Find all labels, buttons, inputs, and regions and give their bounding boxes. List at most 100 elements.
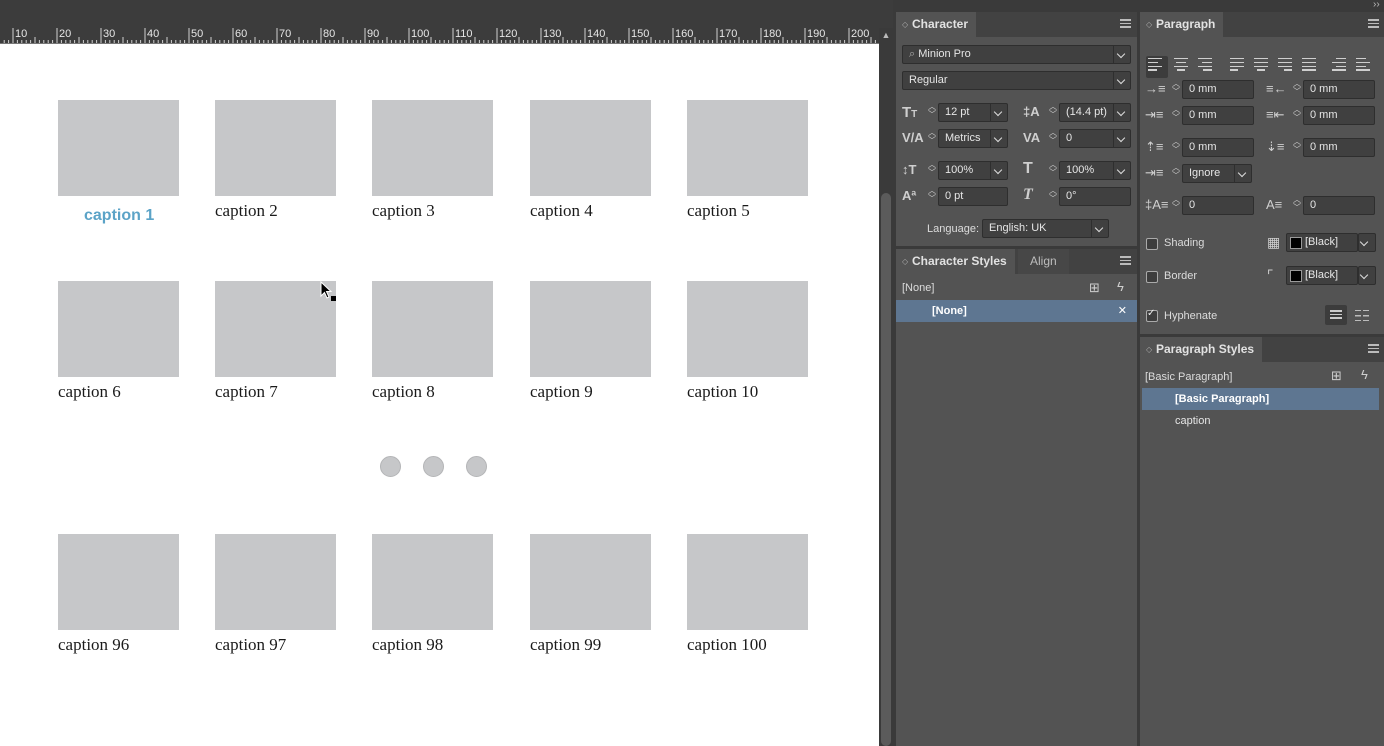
image-frame[interactable] (687, 281, 808, 377)
horizontal-scale-field[interactable]: 100% (1059, 161, 1131, 180)
chevron-down-icon[interactable] (990, 104, 1007, 121)
caption-text[interactable]: caption 6 (58, 382, 121, 402)
chevron-down-icon[interactable] (1113, 130, 1130, 147)
last-line-indent-field[interactable]: 0 mm (1303, 106, 1375, 125)
font-style-dropdown[interactable]: Regular (902, 71, 1131, 90)
justify-left-button[interactable] (1228, 56, 1250, 78)
font-family-dropdown[interactable]: ⌕ Minion Pro (902, 45, 1131, 64)
new-style-icon[interactable]: ⊞ (1331, 368, 1342, 384)
tracking-stepper[interactable]: ︿ ﹀ (1047, 129, 1059, 148)
image-frame[interactable] (58, 281, 179, 377)
caption-text-selected[interactable]: caption 1 (84, 207, 154, 225)
panel-menu-icon[interactable] (1120, 256, 1131, 265)
hyphenate-checkbox[interactable] (1146, 308, 1158, 322)
vertical-scale-field[interactable]: 100% (938, 161, 1008, 180)
panel-menu-icon[interactable] (1368, 344, 1379, 353)
chevron-down-icon[interactable] (1113, 162, 1130, 179)
collapse-toggle-icon[interactable]: ◇ (902, 249, 908, 274)
image-frame[interactable] (530, 281, 651, 377)
border-settings-icon[interactable]: ⌜ (1267, 267, 1274, 284)
image-frame[interactable] (58, 100, 179, 196)
justify-right-button[interactable] (1276, 56, 1298, 78)
first-line-indent-field[interactable]: 0 mm (1182, 106, 1254, 125)
skew-field[interactable]: 0° (1059, 187, 1131, 206)
tab-character[interactable]: ◇ Character (896, 12, 977, 37)
new-style-icon[interactable]: ⊞ (1089, 280, 1100, 296)
caption-text[interactable]: caption 2 (215, 201, 278, 221)
caption-text[interactable]: caption 3 (372, 201, 435, 221)
collapse-toggle-icon[interactable]: ◇ (902, 12, 908, 37)
image-frame[interactable] (687, 534, 808, 630)
leading-stepper[interactable]: ︿ ﹀ (1047, 103, 1059, 122)
border-color-field[interactable]: [Black] (1286, 266, 1358, 285)
chevron-down-icon[interactable] (1359, 267, 1375, 284)
caption-text[interactable]: caption 98 (372, 635, 443, 655)
image-frame[interactable] (372, 100, 493, 196)
caption-text[interactable]: caption 7 (215, 382, 278, 402)
caption-text[interactable]: caption 10 (687, 382, 758, 402)
collapse-toggle-icon[interactable]: ◇ (1146, 337, 1152, 362)
shading-color-dropdown[interactable] (1358, 233, 1376, 252)
baseline-shift-field[interactable]: 0 pt (938, 187, 1008, 206)
caption-text[interactable]: caption 96 (58, 635, 129, 655)
chevron-down-icon[interactable] (990, 162, 1007, 179)
lightning-icon[interactable]: ϟ (1117, 279, 1124, 294)
collapse-toggle-icon[interactable]: ◇ (1146, 12, 1152, 37)
justify-all-button[interactable] (1300, 56, 1322, 78)
tab-character-styles[interactable]: ◇ Character Styles (896, 249, 1015, 274)
chevron-down-icon[interactable] (1113, 46, 1130, 63)
first-line-indent-stepper[interactable]: ︿ ﹀ (1170, 106, 1182, 125)
pencil-icon[interactable]: ✕ (1118, 300, 1127, 322)
leading-field[interactable]: (14.4 pt) (1059, 103, 1131, 122)
caption-text[interactable]: caption 4 (530, 201, 593, 221)
font-size-stepper[interactable]: ︿ ﹀ (926, 103, 938, 122)
chevron-down-icon[interactable] (1113, 72, 1130, 89)
image-frame[interactable] (372, 281, 493, 377)
tab-paragraph[interactable]: ◇ Paragraph (1140, 12, 1224, 37)
scrollbar-thumb[interactable] (881, 193, 891, 746)
align-center-button[interactable] (1172, 56, 1194, 78)
image-frame[interactable] (215, 534, 336, 630)
border-color-dropdown[interactable] (1358, 266, 1376, 285)
image-frame[interactable] (530, 100, 651, 196)
drop-cap-chars-stepper[interactable]: ︿ ﹀ (1291, 196, 1303, 215)
align-right-button[interactable] (1196, 56, 1218, 78)
chevron-down-icon[interactable] (990, 130, 1007, 147)
justify-center-button[interactable] (1252, 56, 1274, 78)
vertical-scrollbar[interactable] (879, 28, 893, 746)
image-frame[interactable] (687, 100, 808, 196)
vertical-scale-stepper[interactable]: ︿ ﹀ (926, 161, 938, 180)
panel-menu-icon[interactable] (1368, 19, 1379, 28)
caption-text[interactable]: caption 8 (372, 382, 435, 402)
align-to-grid-dropdown[interactable]: Ignore (1182, 164, 1252, 183)
scroll-up-icon[interactable]: ▲ (879, 28, 893, 42)
chevron-down-icon[interactable] (1113, 104, 1130, 121)
space-before-stepper[interactable]: ︿ ﹀ (1170, 138, 1182, 157)
align-away-spine-button[interactable] (1354, 56, 1376, 78)
drop-cap-chars-field[interactable]: 0 (1303, 196, 1375, 215)
caption-text[interactable]: caption 100 (687, 635, 767, 655)
shading-settings-icon[interactable]: ▦ (1267, 234, 1280, 251)
shading-color-field[interactable]: [Black] (1286, 233, 1358, 252)
chevron-down-icon[interactable] (1234, 165, 1251, 182)
horizontal-scale-stepper[interactable]: ︿ ﹀ (1047, 161, 1059, 180)
right-indent-field[interactable]: 0 mm (1303, 80, 1375, 99)
kerning-stepper[interactable]: ︿ ﹀ (926, 129, 938, 148)
horizontal-ruler[interactable]: 10 20 30 40 50 60 70 80 90 100 110 120 130 140 150 160 1… (0, 28, 879, 44)
tracking-field[interactable]: 0 (1059, 129, 1131, 148)
single-line-composer-button[interactable] (1325, 305, 1347, 325)
image-frame[interactable] (215, 100, 336, 196)
align-left-button[interactable] (1146, 56, 1168, 78)
image-frame[interactable] (372, 534, 493, 630)
list-item[interactable]: [None] ✕ (896, 300, 1137, 322)
caption-text[interactable]: caption 97 (215, 635, 286, 655)
document-page[interactable]: caption 1 caption 2 caption 3 caption 4 … (0, 44, 879, 746)
align-toward-spine-button[interactable] (1330, 56, 1352, 78)
border-checkbox[interactable] (1146, 271, 1158, 283)
list-item[interactable]: [Basic Paragraph] (1142, 388, 1379, 410)
tab-paragraph-styles[interactable]: ◇ Paragraph Styles (1140, 337, 1263, 362)
kerning-dropdown[interactable]: Metrics (938, 129, 1008, 148)
list-item[interactable]: caption (1142, 410, 1379, 432)
space-after-stepper[interactable]: ︿ ﹀ (1291, 138, 1303, 157)
image-frame[interactable] (215, 281, 336, 377)
